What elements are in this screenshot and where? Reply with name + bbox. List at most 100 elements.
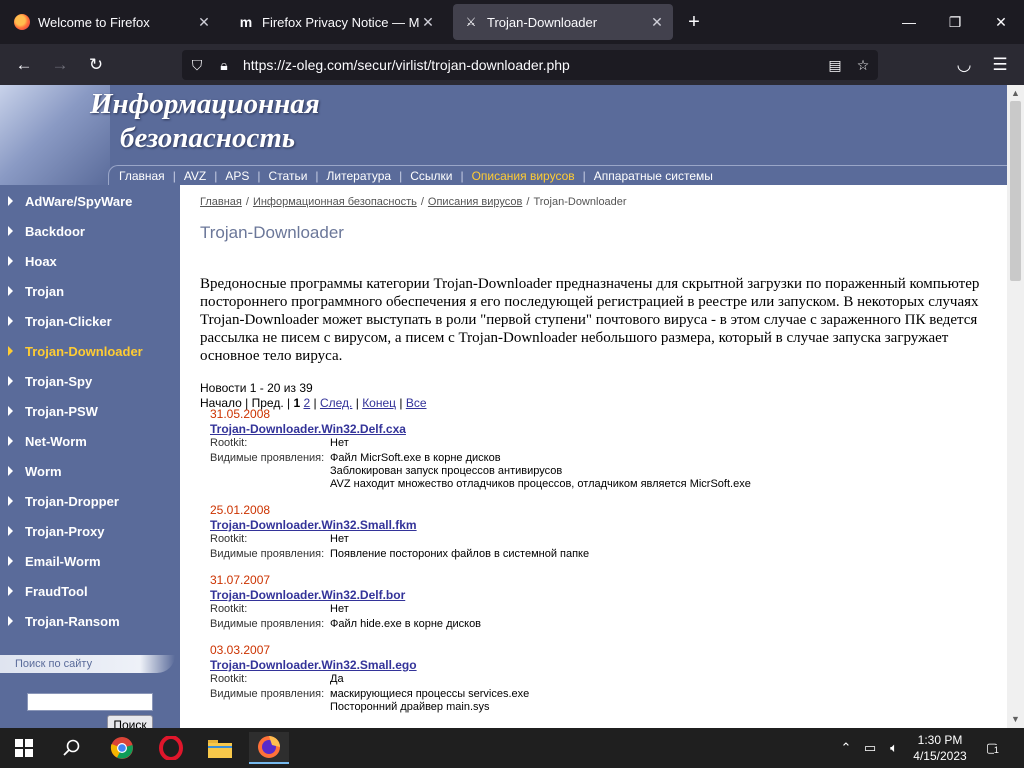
new-tab-button[interactable]: + xyxy=(682,10,706,34)
entry-title-link[interactable]: Trojan-Downloader.Win32.Small.ego xyxy=(210,658,910,673)
scroll-thumb[interactable] xyxy=(1010,101,1021,281)
sidebar-item-adware[interactable]: AdWare/SpyWare xyxy=(0,186,180,216)
symptom-text: Файл MicrSoft.exe в корне дисков xyxy=(330,452,501,464)
sidebar-item-label: Net-Worm xyxy=(25,433,87,449)
entry-date: 31.07.2007 xyxy=(210,573,271,587)
menu-item-home[interactable]: Главная xyxy=(119,169,165,183)
menu-item-virus-descriptions[interactable]: Описания вирусов xyxy=(472,169,575,183)
symptom-text: Заблокирован запуск процессов антивирусо… xyxy=(330,465,563,477)
sidebar-item-label: Trojan-Spy xyxy=(25,373,93,389)
entry-title-link[interactable]: Trojan-Downloader.Win32.Delf.bor xyxy=(210,588,910,603)
sidebar-item-hoax[interactable]: Hoax xyxy=(0,246,180,276)
menu-icon[interactable]: ☰ xyxy=(985,50,1015,80)
sidebar-item-trojan-psw[interactable]: Trojan-PSW xyxy=(0,396,180,426)
breadcrumb-infosec[interactable]: Информационная безопасность xyxy=(253,196,417,208)
sidebar-item-label: Trojan-Proxy xyxy=(25,523,105,539)
menu-item-links[interactable]: Ссылки xyxy=(410,169,452,183)
arrow-icon xyxy=(8,526,13,536)
lock-icon[interactable]: 🔒︎ xyxy=(215,56,233,74)
close-icon[interactable]: ✕ xyxy=(196,14,212,30)
chevron-up-icon[interactable]: ⌃ xyxy=(836,738,856,758)
sidebar-item-fraudtool[interactable]: FraudTool xyxy=(0,576,180,606)
menu-item-hardware[interactable]: Аппаратные системы xyxy=(594,169,713,183)
sidebar-item-net-worm[interactable]: Net-Worm xyxy=(0,426,180,456)
menu-item-aps[interactable]: APS xyxy=(225,169,249,183)
symptom-text: маскирующиеся процессы services.exe xyxy=(330,688,530,700)
breadcrumb: Главная / Информационная безопасность / Опис… xyxy=(200,196,627,208)
news-entry: 25.01.2008 Trojan-Downloader.Win32.Small… xyxy=(210,503,910,561)
reload-button[interactable]: ↻ xyxy=(81,50,111,80)
clock[interactable]: 1:30 PM 4/15/2023 xyxy=(912,732,968,764)
tab-trojan-downloader[interactable]: ⚔ Trojan-Downloader ✕ xyxy=(453,4,673,40)
news-entry: 03.03.2007 Trojan-Downloader.Win32.Small… xyxy=(210,643,910,714)
reader-view-icon[interactable]: ▤ xyxy=(826,56,844,74)
menu-item-avz[interactable]: AVZ xyxy=(184,169,206,183)
site-search-input[interactable] xyxy=(27,693,153,711)
pocket-icon[interactable]: ◡ xyxy=(949,50,979,80)
network-icon[interactable]: ▭ xyxy=(860,738,880,758)
minimize-button[interactable]: — xyxy=(886,0,932,44)
symptom-text: Файл hide.exe в корне дисков xyxy=(330,618,482,630)
search-icon[interactable] xyxy=(52,732,92,764)
forward-button[interactable]: → xyxy=(45,50,75,80)
scroll-up-arrow-icon[interactable]: ▲ xyxy=(1007,86,1024,100)
tab-privacy-notice[interactable]: m Firefox Privacy Notice — Mozill ✕ xyxy=(228,4,444,40)
rootkit-label: Rootkit: xyxy=(210,603,248,615)
arrow-icon xyxy=(8,586,13,596)
symptom-text: AVZ находит множество отладчиков процесс… xyxy=(330,478,751,490)
url-text[interactable]: https://z-oleg.com/secur/virlist/trojan-… xyxy=(243,57,570,73)
close-icon[interactable]: ✕ xyxy=(420,14,436,30)
site-title-line1: Информационная xyxy=(90,88,320,120)
notification-icon[interactable]: ▢ 1 xyxy=(982,738,1002,758)
site-logo-title: Информационная безопасность xyxy=(90,87,320,155)
site-title-line2: безопасность xyxy=(120,122,296,154)
volume-icon[interactable]: 🔈︎ xyxy=(884,738,904,758)
sidebar-item-worm[interactable]: Worm xyxy=(0,456,180,486)
sidebar-item-trojan-spy[interactable]: Trojan-Spy xyxy=(0,366,180,396)
arrow-icon xyxy=(8,226,13,236)
arrow-icon xyxy=(8,496,13,506)
sidebar-item-backdoor[interactable]: Backdoor xyxy=(0,216,180,246)
firefox-taskbar-icon[interactable] xyxy=(249,732,289,764)
file-explorer-icon[interactable] xyxy=(200,732,240,764)
menu-item-literature[interactable]: Литература xyxy=(327,169,392,183)
site-search-button[interactable]: Поиск xyxy=(107,715,153,728)
entry-title-link[interactable]: Trojan-Downloader.Win32.Delf.cxa xyxy=(210,422,910,437)
chrome-icon[interactable] xyxy=(102,732,142,764)
opera-icon[interactable] xyxy=(151,732,191,764)
sidebar-item-trojan-downloader[interactable]: Trojan-Downloader xyxy=(0,336,180,366)
bookmark-star-icon[interactable]: ☆ xyxy=(854,56,872,74)
close-icon[interactable]: ✕ xyxy=(649,14,665,30)
sidebar-item-email-worm[interactable]: Email-Worm xyxy=(0,546,180,576)
symptoms-label: Видимые проявления: xyxy=(210,618,325,630)
back-button[interactable]: ← xyxy=(9,50,39,80)
sidebar-item-trojan-clicker[interactable]: Trojan-Clicker xyxy=(0,306,180,336)
symptoms-label: Видимые проявления: xyxy=(210,548,325,560)
sidebar-item-label: Email-Worm xyxy=(25,553,101,569)
site-header: Информационная безопасность Главная | AVZ… xyxy=(0,85,1007,185)
notification-count: 1 xyxy=(993,745,999,755)
windows-start-icon[interactable] xyxy=(4,732,44,764)
news-count: Новости 1 - 20 из 39 xyxy=(200,381,313,395)
entry-title-link[interactable]: Trojan-Downloader.Win32.Small.fkm xyxy=(210,518,910,533)
arrow-icon xyxy=(8,196,13,206)
shield-icon[interactable]: ⛉ xyxy=(188,56,206,74)
page-viewport: Информационная безопасность Главная | AVZ… xyxy=(0,85,1007,728)
sidebar-item-label: FraudTool xyxy=(25,583,88,599)
news-entry: 31.07.2007 Trojan-Downloader.Win32.Delf.… xyxy=(210,573,910,631)
page-scrollbar[interactable]: ▲ ▼ xyxy=(1007,85,1024,728)
url-bar[interactable]: ⛉ 🔒︎ https://z-oleg.com/secur/virlist/tr… xyxy=(182,50,878,80)
scroll-down-arrow-icon[interactable]: ▼ xyxy=(1007,712,1024,726)
breadcrumb-virus-descriptions[interactable]: Описания вирусов xyxy=(428,196,522,208)
sidebar-item-trojan[interactable]: Trojan xyxy=(0,276,180,306)
sidebar-item-trojan-dropper[interactable]: Trojan-Dropper xyxy=(0,486,180,516)
rootkit-label: Rootkit: xyxy=(210,437,248,449)
maximize-button[interactable]: ❐ xyxy=(932,0,978,44)
menu-item-articles[interactable]: Статьи xyxy=(269,169,308,183)
close-window-button[interactable]: ✕ xyxy=(978,0,1024,44)
tab-bar: Welcome to Firefox ✕ m Firefox Privacy N… xyxy=(0,0,1024,44)
sidebar-item-trojan-proxy[interactable]: Trojan-Proxy xyxy=(0,516,180,546)
breadcrumb-home[interactable]: Главная xyxy=(200,196,242,208)
tab-welcome[interactable]: Welcome to Firefox ✕ xyxy=(4,4,220,40)
sidebar-item-trojan-ransom[interactable]: Trojan-Ransom xyxy=(0,606,180,636)
